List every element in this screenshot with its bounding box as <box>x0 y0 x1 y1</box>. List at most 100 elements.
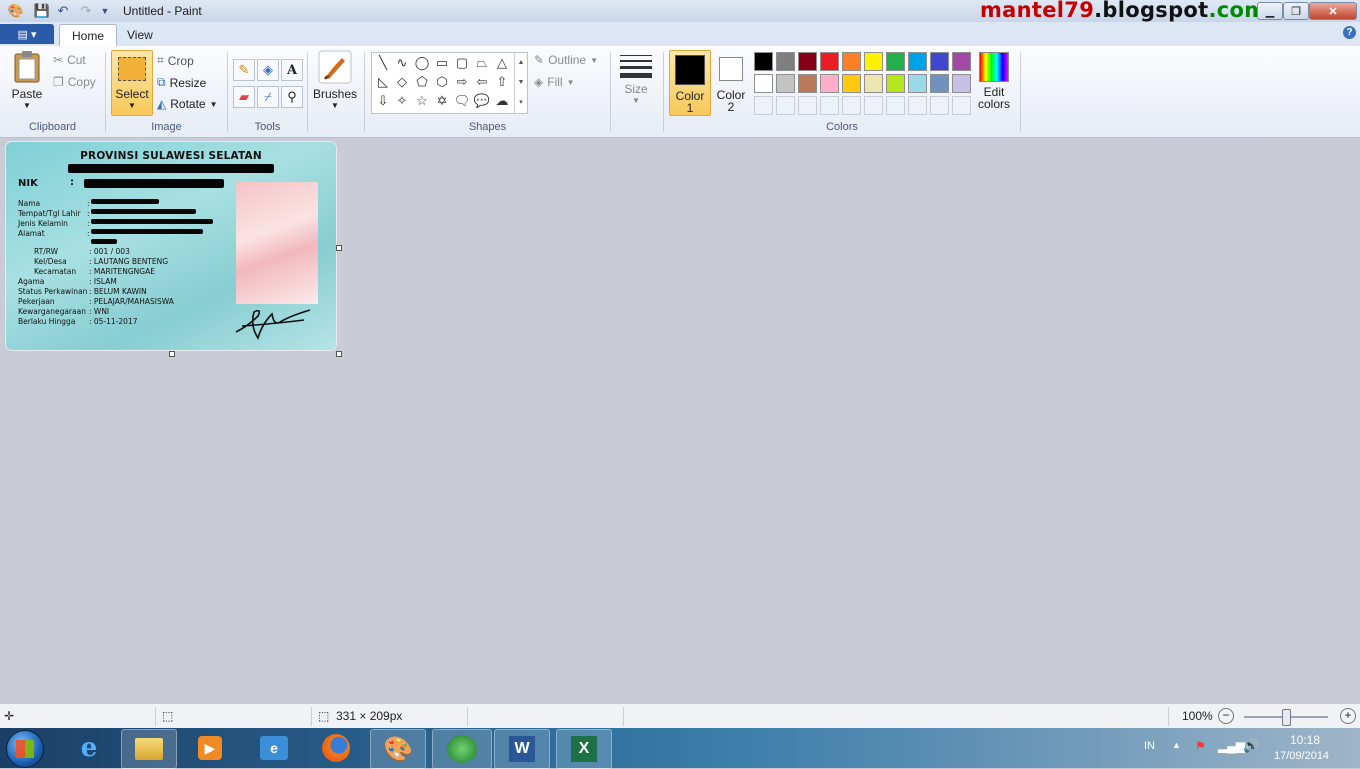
custom-color-slot[interactable] <box>754 96 773 115</box>
paste-button[interactable]: Paste ▼ <box>8 50 46 110</box>
magnifier-icon[interactable]: ⚲ <box>281 86 303 108</box>
color-swatch[interactable] <box>776 52 795 71</box>
network-settings-icon[interactable]: e <box>247 729 301 767</box>
size-button[interactable]: Size ▼ <box>618 52 654 105</box>
zoom-in-button[interactable]: + <box>1340 708 1356 724</box>
id-card-image[interactable]: PROVINSI SULAWESI SELATAN NIK : : 001 / … <box>6 142 336 350</box>
excel-icon[interactable]: X <box>556 729 612 769</box>
color2-button[interactable]: Color 2 <box>713 50 749 113</box>
color-swatch[interactable] <box>842 52 861 71</box>
five-point-star-shape-icon[interactable]: ☆ <box>413 92 431 110</box>
color-swatch[interactable] <box>886 52 905 71</box>
custom-color-slot[interactable] <box>952 96 971 115</box>
select-dropdown-icon[interactable]: ▼ <box>112 101 152 110</box>
custom-color-slot[interactable] <box>864 96 883 115</box>
file-explorer-icon[interactable] <box>121 729 177 769</box>
color-swatch[interactable] <box>930 52 949 71</box>
color-swatch[interactable] <box>776 74 795 93</box>
color-swatch[interactable] <box>842 74 861 93</box>
fill-bucket-icon[interactable]: ◈ <box>257 59 279 81</box>
rectangle-shape-icon[interactable]: ▭ <box>433 54 451 72</box>
tab-home[interactable]: Home <box>59 24 118 46</box>
line-shape-icon[interactable]: ╲ <box>374 54 392 72</box>
custom-color-slot[interactable] <box>798 96 817 115</box>
redo-icon[interactable]: ↷ <box>78 3 94 19</box>
pencil-icon[interactable]: ✎ <box>233 59 255 81</box>
canvas-area[interactable]: PROVINSI SULAWESI SELATAN NIK : : 001 / … <box>0 138 1360 703</box>
color-swatch[interactable] <box>886 74 905 93</box>
oval-shape-icon[interactable]: ◯ <box>413 54 431 72</box>
action-center-flag-icon[interactable]: ⚑ <box>1195 739 1206 753</box>
crop-button[interactable]: ⌗ Crop <box>157 53 194 68</box>
undo-icon[interactable]: ↶ <box>55 3 71 19</box>
color-swatch[interactable] <box>930 74 949 93</box>
custom-color-slot[interactable] <box>930 96 949 115</box>
color-swatch[interactable] <box>952 74 971 93</box>
left-arrow-shape-icon[interactable]: ⇦ <box>473 73 491 91</box>
paste-dropdown-icon[interactable]: ▼ <box>8 101 46 110</box>
right-arrow-shape-icon[interactable]: ⇨ <box>453 73 471 91</box>
fill-button[interactable]: ◈ Fill ▼ <box>534 75 574 89</box>
color-swatch[interactable] <box>820 74 839 93</box>
start-button[interactable] <box>6 730 44 768</box>
resize-button[interactable]: ⧉ Resize <box>157 75 206 90</box>
customize-quick-access-icon[interactable]: ▼ <box>97 3 113 19</box>
color-swatch[interactable] <box>820 52 839 71</box>
resize-handle-bottom[interactable] <box>169 351 175 357</box>
tab-view[interactable]: View <box>115 24 165 45</box>
custom-color-slot[interactable] <box>908 96 927 115</box>
zoom-slider-thumb[interactable] <box>1282 709 1291 726</box>
color-picker-icon[interactable]: ⌿ <box>257 86 279 108</box>
minimize-button[interactable]: ▁ <box>1257 2 1283 20</box>
internet-explorer-icon[interactable]: e <box>62 729 116 767</box>
four-point-star-shape-icon[interactable]: ✧ <box>393 92 411 110</box>
color-swatch[interactable] <box>864 52 883 71</box>
volume-icon[interactable]: 🔊 <box>1243 738 1259 754</box>
select-button[interactable]: Select ▼ <box>111 50 153 116</box>
maximize-button[interactable]: ❐ <box>1283 2 1309 20</box>
text-tool-icon[interactable]: A <box>281 59 303 81</box>
color-swatch[interactable] <box>798 74 817 93</box>
media-player-icon[interactable]: ▶ <box>183 729 237 767</box>
up-arrow-shape-icon[interactable]: ⇧ <box>493 73 511 91</box>
pentagon-shape-icon[interactable]: ⬠ <box>413 73 431 91</box>
color-swatch[interactable] <box>798 52 817 71</box>
eraser-icon[interactable]: ▰ <box>233 86 255 108</box>
color-swatch[interactable] <box>864 74 883 93</box>
word-icon[interactable]: W <box>494 729 550 769</box>
color-swatch[interactable] <box>952 52 971 71</box>
resize-handle-corner[interactable] <box>336 351 342 357</box>
custom-color-slot[interactable] <box>776 96 795 115</box>
network-signal-icon[interactable]: ▂▄▆ <box>1218 739 1245 753</box>
brushes-dropdown-icon[interactable]: ▼ <box>312 101 358 110</box>
clock-date[interactable]: 17/09/2014 <box>1274 750 1329 762</box>
close-button[interactable]: ✕ <box>1309 2 1357 20</box>
cloud-callout-shape-icon[interactable]: ☁ <box>493 92 511 110</box>
triangle-shape-icon[interactable]: △ <box>493 54 511 72</box>
paint-app-icon[interactable]: 🎨 <box>8 3 24 19</box>
rounded-rectangle-shape-icon[interactable]: ▢ <box>453 54 471 72</box>
curve-shape-icon[interactable]: ∿ <box>393 54 411 72</box>
outline-button[interactable]: ✎ Outline ▼ <box>534 53 598 67</box>
color1-button[interactable]: Color 1 <box>669 50 711 116</box>
color-swatch[interactable] <box>908 52 927 71</box>
edit-colors-button[interactable]: Edit colors <box>976 50 1012 110</box>
show-hidden-icons[interactable]: ▲ <box>1172 740 1181 750</box>
hexagon-shape-icon[interactable]: ⬡ <box>433 73 451 91</box>
copy-button[interactable]: ❐ Copy <box>53 75 96 89</box>
save-icon[interactable]: 💾 <box>34 3 50 19</box>
custom-color-slot[interactable] <box>886 96 905 115</box>
download-manager-icon[interactable] <box>432 729 492 769</box>
zoom-out-button[interactable]: − <box>1218 708 1234 724</box>
custom-color-slot[interactable] <box>820 96 839 115</box>
right-triangle-shape-icon[interactable]: ◺ <box>374 73 392 91</box>
color-swatch[interactable] <box>754 52 773 71</box>
clock-time[interactable]: 10:18 <box>1290 733 1320 747</box>
resize-handle-right[interactable] <box>336 245 342 251</box>
cut-button[interactable]: ✂ Cut <box>53 53 86 67</box>
brushes-button[interactable]: Brushes ▼ <box>312 50 358 110</box>
help-icon[interactable]: ? <box>1343 26 1356 39</box>
color-swatch[interactable] <box>754 74 773 93</box>
six-point-star-shape-icon[interactable]: ✡ <box>433 92 451 110</box>
rect-callout-shape-icon[interactable]: 🗨 <box>453 92 471 110</box>
